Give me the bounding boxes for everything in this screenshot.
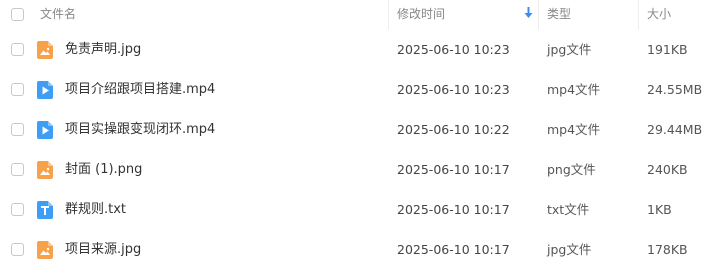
- file-size: 1KB: [647, 202, 672, 217]
- video-file-icon: [37, 81, 53, 99]
- image-file-icon: [37, 41, 53, 59]
- file-modified-time: 2025-06-10 10:23: [397, 82, 510, 97]
- table-row[interactable]: 项目介绍跟项目搭建.mp4 2025-06-10 10:23 mp4文件 24.55M…: [0, 70, 709, 110]
- row-checkbox[interactable]: [11, 123, 24, 136]
- image-file-icon: [37, 161, 53, 179]
- table-row[interactable]: 群规则.txt 2025-06-10 10:17 txt文件 1KB: [0, 190, 709, 230]
- row-checkbox[interactable]: [11, 163, 24, 176]
- file-type: mp4文件: [547, 82, 601, 97]
- file-name[interactable]: 免责声明.jpg: [65, 30, 141, 70]
- column-header-type[interactable]: 类型: [547, 0, 571, 30]
- file-size: 191KB: [647, 42, 688, 57]
- file-size: 24.55MB: [647, 82, 703, 97]
- file-name[interactable]: 项目实操跟变现闭环.mp4: [65, 110, 215, 150]
- table-row[interactable]: 封面 (1).png 2025-06-10 10:17 png文件 240KB: [0, 150, 709, 190]
- file-name[interactable]: 项目介绍跟项目搭建.mp4: [65, 70, 215, 110]
- file-type: mp4文件: [547, 122, 601, 137]
- file-name[interactable]: 群规则.txt: [65, 190, 126, 230]
- table-row[interactable]: 项目来源.jpg 2025-06-10 10:17 jpg文件 178KB: [0, 230, 709, 270]
- file-modified-time: 2025-06-10 10:17: [397, 242, 510, 257]
- table-row[interactable]: 免责声明.jpg 2025-06-10 10:23 jpg文件 191KB: [0, 30, 709, 70]
- video-file-icon: [37, 121, 53, 139]
- file-type: txt文件: [547, 202, 590, 217]
- column-header-size[interactable]: 大小: [647, 0, 671, 30]
- file-modified-time: 2025-06-10 10:17: [397, 162, 510, 177]
- file-list-table: 文件名 修改时间 类型 大小 免责声明.jpg 2025-06-10 10:23 j…: [0, 0, 709, 273]
- file-name[interactable]: 封面 (1).png: [65, 150, 142, 190]
- file-type: jpg文件: [547, 242, 592, 257]
- file-size: 240KB: [647, 162, 688, 177]
- select-all-checkbox[interactable]: [11, 8, 24, 21]
- text-file-icon: [37, 201, 53, 219]
- row-checkbox[interactable]: [11, 203, 24, 216]
- row-checkbox[interactable]: [11, 243, 24, 256]
- column-header-modified[interactable]: 修改时间: [397, 0, 445, 30]
- column-header-name[interactable]: 文件名: [40, 0, 76, 30]
- image-file-icon: [37, 241, 53, 259]
- table-header: 文件名 修改时间 类型 大小: [0, 0, 709, 30]
- column-divider[interactable]: [638, 0, 639, 30]
- file-type: jpg文件: [547, 42, 592, 57]
- table-row[interactable]: 项目实操跟变现闭环.mp4 2025-06-10 10:22 mp4文件 29.44M…: [0, 110, 709, 150]
- row-checkbox[interactable]: [11, 83, 24, 96]
- file-modified-time: 2025-06-10 10:22: [397, 122, 510, 137]
- file-size: 29.44MB: [647, 122, 703, 137]
- file-modified-time: 2025-06-10 10:23: [397, 42, 510, 57]
- row-checkbox[interactable]: [11, 43, 24, 56]
- file-name[interactable]: 项目来源.jpg: [65, 230, 141, 270]
- column-divider[interactable]: [388, 0, 389, 30]
- column-divider[interactable]: [538, 0, 539, 30]
- sort-descending-icon[interactable]: [524, 7, 533, 19]
- file-size: 178KB: [647, 242, 688, 257]
- file-modified-time: 2025-06-10 10:17: [397, 202, 510, 217]
- file-type: png文件: [547, 162, 596, 177]
